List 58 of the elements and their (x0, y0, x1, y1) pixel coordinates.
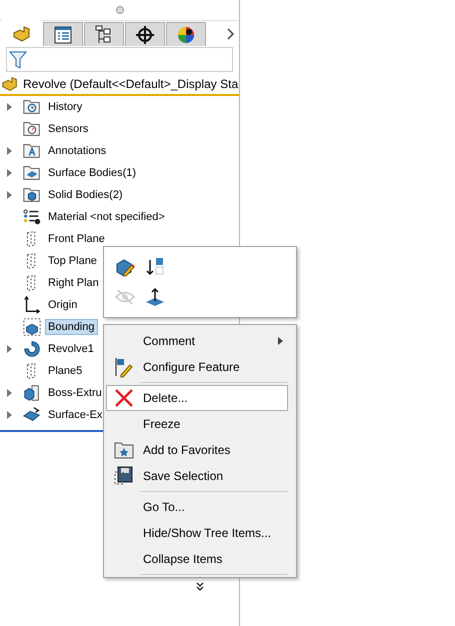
tree-item[interactable]: Front Plane (45, 231, 108, 247)
expand-arrow-icon[interactable] (7, 411, 12, 419)
history-folder-icon (22, 97, 42, 117)
origin-icon (22, 295, 42, 315)
panel-tab[interactable] (125, 22, 165, 46)
menu-item[interactable]: Add to Favorites (106, 437, 288, 463)
tree-item[interactable]: Annotations (45, 143, 110, 159)
tree-item[interactable]: Sensors (45, 121, 92, 137)
menu-item[interactable]: Collapse Items (106, 546, 288, 572)
bounding-box-icon (22, 317, 42, 337)
menu-item[interactable]: Delete... (106, 385, 288, 411)
extrude-icon (22, 383, 42, 403)
delete-icon (113, 387, 135, 409)
material-icon (22, 207, 42, 227)
tree-item[interactable]: Top Plane (45, 253, 100, 269)
expand-arrow-icon[interactable] (7, 147, 12, 155)
expand-menu-icon[interactable] (196, 582, 204, 592)
menu-item[interactable]: Freeze (106, 411, 288, 437)
menu-item[interactable]: Hide/Show Tree Items... (106, 520, 288, 546)
tree-item[interactable]: History (45, 99, 86, 115)
gauge-folder-icon (22, 119, 42, 139)
expand-arrow-icon[interactable] (7, 345, 12, 353)
resize-grip[interactable] (116, 6, 124, 14)
expand-arrow-icon[interactable] (7, 389, 12, 397)
menu-item[interactable]: Save Selection (106, 463, 288, 489)
tree-item[interactable]: Bounding (45, 319, 98, 335)
save-icon (113, 465, 135, 487)
scroll-right-icon[interactable] (227, 28, 235, 40)
panel-tab[interactable] (166, 22, 206, 46)
expand-arrow-icon[interactable] (7, 103, 12, 111)
tree-item[interactable]: Solid Bodies(2) (45, 187, 126, 203)
revolve-icon (22, 339, 42, 359)
filter-icon (9, 50, 27, 70)
menu-item[interactable]: Configure Feature (106, 354, 288, 380)
tree-item[interactable]: Origin (45, 297, 80, 313)
expand-arrow-icon[interactable] (7, 169, 12, 177)
crosshair-icon (134, 24, 156, 46)
tree-item[interactable]: Material <not specified> (45, 209, 168, 225)
tree-item[interactable]: Boss-Extru (45, 385, 105, 401)
cube-folder-icon (22, 185, 42, 205)
panel-tab[interactable] (43, 22, 83, 46)
configure-icon (113, 356, 135, 378)
tree-item[interactable]: Revolve1 (45, 341, 97, 357)
menu-item[interactable]: Go To... (106, 494, 288, 520)
normal-to-icon (144, 286, 166, 308)
tree-item[interactable]: Right Plan (45, 275, 102, 291)
surface-folder-icon (22, 163, 42, 183)
suppress-icon (144, 256, 166, 278)
list-icon (52, 24, 74, 46)
tree-item[interactable]: Plane5 (45, 363, 86, 379)
panel-tab[interactable] (84, 22, 124, 46)
expand-arrow-icon[interactable] (7, 191, 12, 199)
annotation-folder-icon (22, 141, 42, 161)
menu-item[interactable]: Comment (106, 328, 288, 354)
tree-item[interactable]: Surface-Ex (45, 407, 106, 423)
tree-item[interactable]: Surface Bodies(1) (45, 165, 140, 181)
part-title[interactable]: Revolve (Default<<Default>_Display Sta (23, 77, 238, 91)
filter-field[interactable] (6, 47, 233, 72)
